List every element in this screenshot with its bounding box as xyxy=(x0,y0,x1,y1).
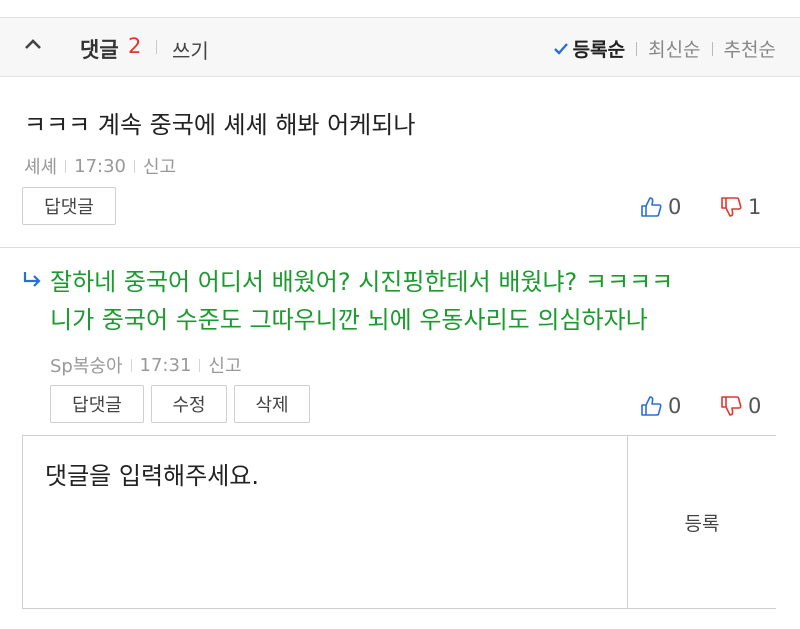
reply-arrow-icon xyxy=(23,272,41,287)
divider xyxy=(156,40,157,54)
comment-time: 17:31 xyxy=(139,354,192,376)
reply-button[interactable]: 답댓글 xyxy=(22,187,116,225)
dislike-button[interactable]: 0 xyxy=(720,394,761,418)
divider xyxy=(65,159,67,173)
comment-input-box: 등록 xyxy=(22,435,776,609)
edit-button[interactable]: 수정 xyxy=(151,385,227,423)
reply-comment-text: 잘하네 중국어 어디서 배웠어? 시진핑한테서 배웠냐? ㅋㅋㅋㅋ 니가 중국어… xyxy=(50,263,673,339)
comment-count: 2 xyxy=(128,34,142,58)
thumbs-up-icon xyxy=(641,197,662,217)
divider xyxy=(130,358,132,372)
divider xyxy=(636,41,638,56)
delete-button[interactable]: 삭제 xyxy=(234,385,310,423)
write-comment-link[interactable]: 쓰기 xyxy=(172,35,209,64)
comment-time: 17:30 xyxy=(74,155,126,177)
sort-options: 등록순 최신순 추천순 xyxy=(553,35,776,62)
thumbs-up-icon xyxy=(641,396,662,416)
comment-author: 셰셰 xyxy=(24,157,58,178)
comment-input[interactable] xyxy=(23,436,627,608)
like-count: 0 xyxy=(668,195,682,219)
like-button[interactable]: 0 xyxy=(640,394,681,418)
comments-header: 댓글 2 쓰기 등록순 최신순 추천순 xyxy=(0,17,800,77)
thumbs-down-icon xyxy=(721,197,742,217)
sort-recommended[interactable]: 추천순 xyxy=(724,35,776,62)
sort-latest[interactable]: 최신순 xyxy=(648,35,700,62)
comment-meta: 셰셰 17:30 신고 xyxy=(24,153,176,179)
like-count: 0 xyxy=(668,394,682,418)
reply-text-line: 니가 중국어 수준도 그따우니깐 뇌에 우동사리도 의심하자나 xyxy=(50,306,648,334)
reply-button[interactable]: 답댓글 xyxy=(50,385,144,423)
comments-title: 댓글 xyxy=(80,38,119,62)
sort-registered-label: 등록순 xyxy=(572,39,626,61)
divider xyxy=(134,159,135,173)
dislike-count: 1 xyxy=(748,195,762,219)
divider xyxy=(711,41,713,56)
comment-author: Sp복숭아 xyxy=(50,356,123,377)
submit-button[interactable]: 등록 xyxy=(627,436,776,608)
dislike-count: 0 xyxy=(748,394,762,418)
dislike-button[interactable]: 1 xyxy=(720,195,761,219)
collapse-chevron-up-icon[interactable] xyxy=(24,38,41,54)
like-button[interactable]: 0 xyxy=(640,195,681,219)
comment-text: ㅋㅋㅋ 계속 중국에 셰셰 해봐 어케되나 xyxy=(24,111,416,139)
divider xyxy=(199,358,201,372)
sort-registered[interactable]: 등록순 xyxy=(553,35,625,62)
check-icon xyxy=(553,43,568,55)
comment-meta: Sp복숭아 17:31 신고 xyxy=(50,352,242,378)
top-spacer xyxy=(0,0,800,17)
thumbs-down-icon xyxy=(721,396,742,416)
report-link[interactable]: 신고 xyxy=(143,153,176,179)
report-link[interactable]: 신고 xyxy=(208,352,241,378)
reply-text-line: 잘하네 중국어 어디서 배웠어? 시진핑한테서 배웠냐? ㅋㅋㅋㅋ xyxy=(50,268,674,296)
